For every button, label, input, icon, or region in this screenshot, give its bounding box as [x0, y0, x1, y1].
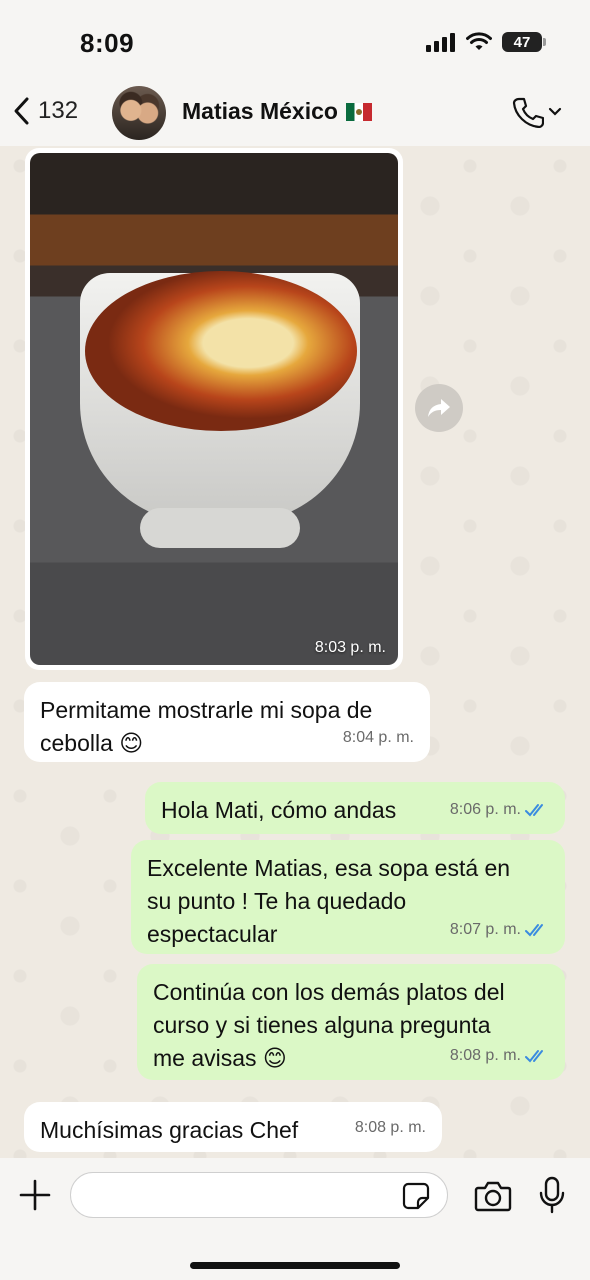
- incoming-message[interactable]: Muchísimas gracias Chef 8:08 p. m.: [24, 1102, 442, 1152]
- wifi-icon: [466, 32, 492, 50]
- message-line: Continúa con los demás platos del: [153, 979, 505, 1005]
- contact-name-text: Matias México: [182, 98, 338, 124]
- chat-area[interactable]: 8:03 p. m. Permitame mostrarle mi sopa d…: [0, 146, 590, 1158]
- outgoing-message[interactable]: Excelente Matias, esa sopa está en su pu…: [131, 840, 565, 954]
- soup-shape: [85, 271, 357, 431]
- avatar[interactable]: [112, 86, 166, 140]
- home-indicator: [190, 1262, 400, 1269]
- status-bar: 8:09 47: [0, 0, 590, 80]
- read-ticks-icon: [525, 1049, 543, 1062]
- camera-icon[interactable]: [474, 1180, 512, 1212]
- phone-icon: [512, 97, 544, 128]
- message-meta: 8:07 p. m.: [450, 913, 549, 946]
- battery-level: 47: [513, 33, 531, 51]
- read-ticks-icon: [525, 923, 543, 936]
- message-meta: 8:08 p. m.: [355, 1111, 426, 1144]
- chevron-down-icon: [548, 107, 562, 116]
- message-line: curso y si tienes alguna pregunta: [153, 1012, 491, 1038]
- outgoing-message[interactable]: Hola Mati, cómo andas 8:06 p. m.: [145, 782, 565, 834]
- message-time: 8:04 p. m.: [342, 729, 414, 746]
- message-line: Excelente Matias, esa sopa está en: [147, 855, 511, 881]
- message-time: 8:07 p. m.: [449, 921, 521, 938]
- message-meta: 8:04 p. m.: [343, 721, 414, 754]
- onion-soup-photo[interactable]: 8:03 p. m.: [30, 153, 398, 665]
- message-meta: 8:08 p. m.: [450, 1039, 549, 1072]
- unread-count: 132: [38, 97, 79, 124]
- forward-button[interactable]: [415, 384, 463, 432]
- chevron-left-icon: [14, 97, 29, 125]
- signal-icon: [426, 33, 455, 52]
- bowl-base-shape: [140, 508, 300, 548]
- outgoing-message[interactable]: Continúa con los demás platos del curso …: [137, 964, 565, 1080]
- back-button[interactable]: 132: [12, 96, 78, 126]
- incoming-message[interactable]: Permitame mostrarle mi sopa de cebolla 😊…: [24, 682, 430, 762]
- message-time: 8:08 p. m.: [449, 1047, 521, 1064]
- message-time: 8:08 p. m.: [354, 1119, 426, 1136]
- message-time: 8:06 p. m.: [449, 801, 521, 818]
- contact-name[interactable]: Matias México: [182, 98, 372, 125]
- read-ticks-icon: [525, 803, 543, 816]
- plus-icon[interactable]: [18, 1178, 52, 1212]
- status-time: 8:09: [80, 28, 135, 58]
- image-message[interactable]: 8:03 p. m.: [25, 148, 403, 670]
- message-time: 8:03 p. m.: [314, 639, 386, 656]
- message-input[interactable]: [70, 1172, 448, 1218]
- status-icons: 47: [426, 32, 546, 52]
- input-bar: [0, 1158, 590, 1280]
- share-arrow-icon: [428, 399, 450, 417]
- mexico-flag-icon: [345, 103, 372, 121]
- message-meta: 8:06 p. m.: [450, 793, 549, 826]
- chat-header: 132 Matias México: [0, 80, 590, 146]
- battery-icon: 47: [502, 32, 546, 52]
- sticker-icon[interactable]: [402, 1182, 430, 1210]
- call-button[interactable]: [512, 96, 562, 128]
- microphone-icon[interactable]: [538, 1176, 566, 1214]
